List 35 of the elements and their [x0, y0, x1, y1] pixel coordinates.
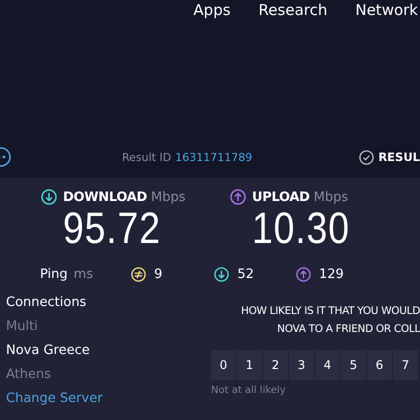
- speed-value: 95.72: [63, 205, 161, 253]
- server-location: Athens: [6, 366, 52, 384]
- rating-option[interactable]: 3: [289, 350, 314, 380]
- nav-link[interactable]: Research: [258, 1, 328, 19]
- result-id-label: Result ID: [122, 150, 172, 164]
- rating-option[interactable]: 5: [341, 350, 366, 380]
- speed-label: UPLOAD: [252, 190, 310, 204]
- server-name: Nova Greece: [6, 342, 91, 360]
- rating-option[interactable]: 1: [237, 350, 262, 380]
- survey-question: HOW LIKELY IS IT THAT YOU WOULD: [240, 304, 420, 319]
- scale-label: Not at all likely: [211, 385, 286, 396]
- connections-label: Connections: [6, 294, 88, 312]
- results-link[interactable]: RESUL: [378, 150, 420, 164]
- connections-value: Multi: [6, 318, 39, 336]
- speed-value: 10.30: [252, 205, 350, 253]
- speed-unit: Mbps: [314, 190, 348, 204]
- ping-value: 52: [237, 267, 254, 282]
- rating-option[interactable]: 7: [393, 350, 418, 380]
- ping-value: 129: [318, 267, 344, 282]
- nav-link[interactable]: Apps: [193, 1, 231, 19]
- check-icon: [359, 150, 374, 164]
- speed-unit: Mbps: [151, 190, 186, 204]
- result-id-link[interactable]: 16311711789: [175, 150, 252, 164]
- rating-option[interactable]: 0: [211, 350, 236, 380]
- rating-option[interactable]: 6: [367, 350, 392, 380]
- survey-question: NOVA TO A FRIEND OR COLL: [277, 322, 420, 337]
- rating-option[interactable]: 4: [315, 350, 340, 380]
- change-server-link[interactable]: Change Server: [6, 390, 211, 408]
- nav-link[interactable]: Network: [355, 1, 418, 19]
- ping-value: 9: [154, 267, 162, 282]
- share-icon[interactable]: [0, 147, 14, 167]
- rating-option[interactable]: 2: [263, 350, 288, 380]
- ping-label: Ping: [40, 267, 68, 282]
- ping-unit: ms: [74, 267, 94, 282]
- speed-label: DOWNLOAD: [63, 190, 148, 204]
